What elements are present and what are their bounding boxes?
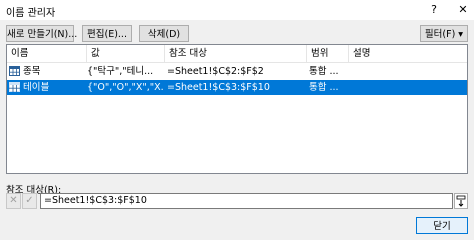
collapse-dialog-button[interactable]: [454, 193, 468, 209]
edit-name-button[interactable]: 편집(E)...: [82, 25, 132, 42]
refers-to-row: ✕ ✓ =Sheet1!$C$3:$F$10: [6, 193, 468, 209]
list-row[interactable]: 종목 {"탁구","테니... =Sheet1!$C$2:$F$2 통합 ...: [7, 64, 467, 79]
cancel-edit-button[interactable]: ✕: [6, 193, 21, 209]
title-bar: 이름 관리자 ? ✕: [0, 0, 474, 20]
range-select-icon: [456, 195, 466, 207]
new-name-button[interactable]: 새로 만들기(N)...: [6, 25, 77, 42]
filter-button[interactable]: 필터(F) ▾: [420, 25, 468, 42]
names-list[interactable]: 이름 값 참조 대상 범위 설명 종목 {"탁구","테니... =Sheet1…: [6, 44, 468, 174]
column-header-value[interactable]: 값: [87, 45, 165, 62]
checkmark-icon: ✓: [25, 195, 34, 206]
confirm-edit-button[interactable]: ✓: [22, 193, 37, 209]
close-button[interactable]: 닫기: [416, 217, 468, 234]
column-header-name[interactable]: 이름: [7, 45, 87, 62]
help-button[interactable]: ?: [426, 2, 442, 18]
row-refers-to: =Sheet1!$C$2:$F$2: [167, 66, 264, 77]
table-icon: [9, 82, 20, 92]
refers-to-input[interactable]: =Sheet1!$C$3:$F$10: [40, 193, 453, 209]
cancel-icon: ✕: [9, 195, 18, 206]
row-comment: [351, 80, 465, 95]
list-row-selected[interactable]: 테이블 {"O","O","X","X... =Sheet1!$C$3:$F$1…: [7, 80, 467, 95]
row-name: 종목: [23, 66, 41, 77]
close-window-button[interactable]: ✕: [455, 2, 471, 18]
window-title: 이름 관리자: [6, 8, 56, 19]
delete-name-button[interactable]: 삭제(D): [139, 25, 189, 42]
list-header: 이름 값 참조 대상 범위 설명: [7, 45, 467, 63]
row-scope: 통합 ...: [309, 66, 339, 77]
row-refers-to: =Sheet1!$C$3:$F$10: [167, 82, 270, 93]
column-header-scope[interactable]: 범위: [307, 45, 349, 62]
row-value: {"탁구","테니...: [87, 66, 154, 77]
table-icon: [9, 66, 20, 76]
row-value: {"O","O","X","X...: [87, 82, 163, 93]
row-scope: 통합 ...: [309, 82, 339, 93]
row-name: 테이블: [23, 82, 50, 93]
column-header-refers-to[interactable]: 참조 대상: [165, 45, 307, 62]
column-header-comment[interactable]: 설명: [349, 45, 467, 62]
row-comment: [351, 64, 465, 79]
